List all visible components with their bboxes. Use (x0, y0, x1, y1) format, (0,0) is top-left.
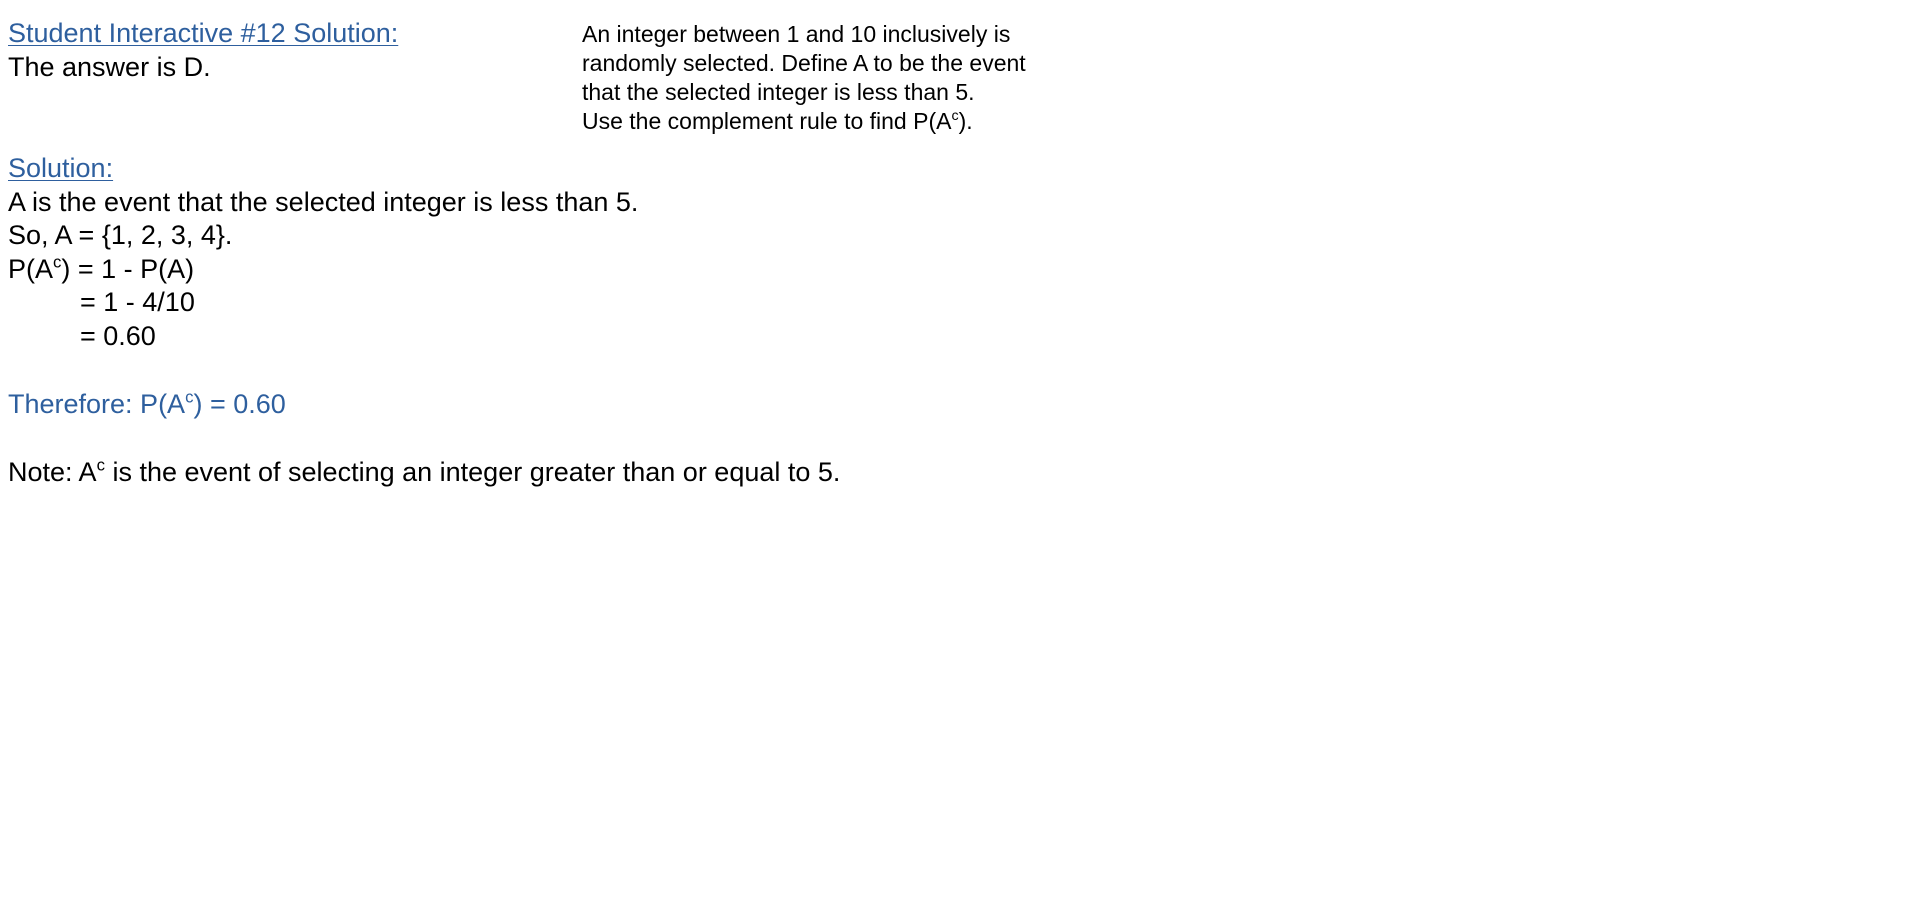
therefore-prefix: Therefore: P(A (8, 389, 186, 419)
therefore-conclusion: Therefore: P(Ac) = 0.60 (8, 387, 286, 421)
problem-line-3: that the selected integer is less than 5… (582, 79, 975, 105)
solution-step-3: P(Ac) = 1 - P(A) (8, 253, 638, 287)
problem-line-4-prefix: Use the complement rule to find P(A (582, 108, 952, 134)
problem-line-2: randomly selected. Define A to be the ev… (582, 50, 1026, 76)
solution-step-1: A is the event that the selected integer… (8, 186, 639, 217)
complement-superscript: c (96, 455, 105, 475)
solution-step-5: = 0.60 (80, 320, 156, 351)
therefore-suffix: ) = 0.60 (193, 389, 286, 419)
solution-step-3-prefix: P(A (8, 253, 54, 284)
problem-line-4: Use the complement rule to find P(Ac). (582, 107, 1102, 136)
solution-section: Solution: A is the event that the select… (8, 152, 638, 354)
solution-step-2: So, A = {1, 2, 3, 4}. (8, 220, 233, 251)
answer-statement: The answer is D. (8, 52, 211, 82)
problem-statement: An integer between 1 and 10 inclusively … (582, 20, 1102, 136)
problem-line-1: An integer between 1 and 10 inclusively … (582, 21, 1011, 47)
solution-step-3-suffix: ) = 1 - P(A) (61, 253, 195, 284)
note: Note: Ac is the event of selecting an in… (8, 455, 840, 489)
solution-heading: Solution: (8, 153, 114, 183)
solution-step-4: = 1 - 4/10 (80, 287, 195, 318)
solution-title: Student Interactive #12 Solution: (8, 18, 399, 48)
problem-line-4-suffix: ). (958, 108, 973, 134)
note-prefix: Note: A (8, 457, 97, 487)
complement-superscript: c (951, 108, 959, 125)
note-suffix: is the event of selecting an integer gre… (104, 457, 841, 487)
